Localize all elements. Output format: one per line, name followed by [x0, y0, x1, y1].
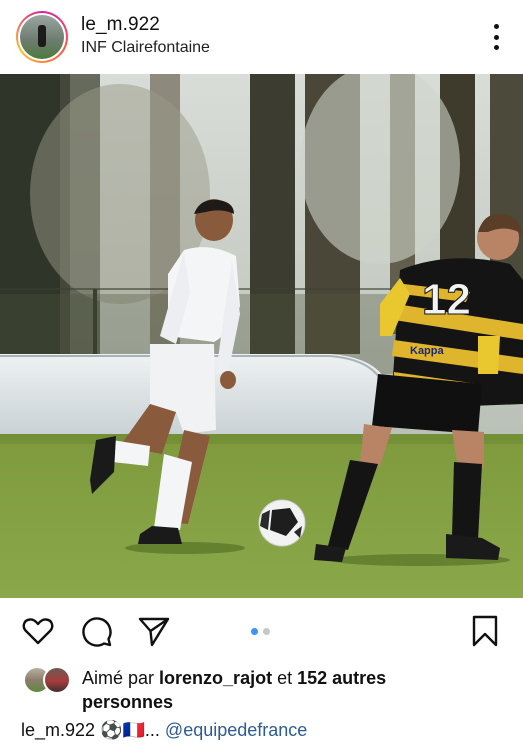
more-vertical-icon-dot [493, 34, 499, 40]
liker-avatar [43, 666, 71, 694]
caption-text: ⚽🇫🇷... [100, 720, 160, 740]
bookmark-icon[interactable] [468, 614, 502, 648]
comment-icon[interactable] [79, 614, 113, 648]
carousel-indicator [251, 628, 270, 635]
post-actions [0, 604, 523, 654]
likes-connector: et [277, 668, 293, 688]
avatar-inner [18, 13, 66, 61]
more-options-button[interactable] [491, 24, 501, 50]
profile-avatar[interactable] [16, 11, 68, 63]
post-photo-image: 12 Kappa [0, 74, 523, 598]
more-vertical-icon-dot [493, 45, 499, 50]
post-location[interactable]: INF Clairefontaine [81, 39, 210, 57]
likes-prefix: Aimé par [82, 668, 155, 688]
caption-username[interactable]: le_m.922 [21, 720, 95, 740]
post-photo[interactable]: 12 Kappa [0, 74, 523, 598]
send-icon[interactable] [137, 614, 171, 648]
likes-section: Aimé par lorenzo_rajot et 152 autres per… [0, 662, 523, 718]
jersey-number: 12 [422, 275, 471, 324]
avatar-image [20, 15, 64, 59]
post-caption: le_m.922 ⚽🇫🇷... @equipedefrance [21, 718, 307, 742]
likes-text[interactable]: Aimé par lorenzo_rajot et 152 autres per… [82, 666, 502, 714]
post-header: le_m.922 INF Clairefontaine [0, 0, 523, 74]
heart-icon[interactable] [21, 614, 55, 648]
likes-others-count[interactable]: 152 autres [297, 668, 386, 688]
liker-avatars[interactable] [23, 666, 73, 696]
carousel-dot [263, 628, 270, 635]
carousel-dot-active [251, 628, 258, 635]
football [258, 499, 306, 547]
jersey-sponsor: Kappa [410, 345, 445, 357]
post-username[interactable]: le_m.922 [81, 14, 160, 36]
more-vertical-icon [493, 24, 499, 29]
caption-mention[interactable]: @equipedefrance [165, 720, 307, 740]
liked-by-username[interactable]: lorenzo_rajot [159, 668, 272, 688]
likes-suffix[interactable]: personnes [82, 692, 173, 712]
